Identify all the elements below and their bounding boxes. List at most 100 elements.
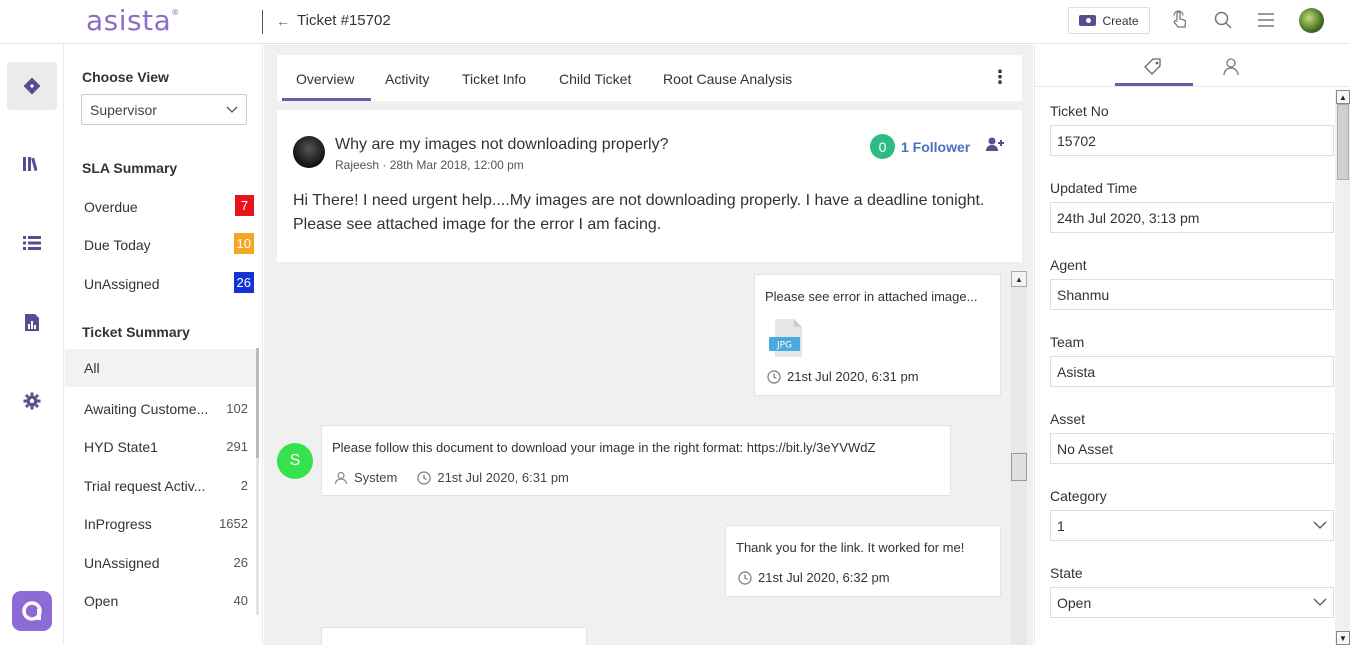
follower-link[interactable]: 1 Follower — [901, 139, 970, 155]
message-time-text: 21st Jul 2020, 6:32 pm — [758, 570, 890, 585]
message-text: Thank you for the link. It worked for me… — [736, 540, 965, 555]
scroll-down-arrow-icon[interactable]: ▼ — [1336, 631, 1350, 645]
ticket-summary-scrollbar[interactable] — [256, 348, 259, 615]
ticket-icon[interactable] — [7, 62, 57, 110]
post-date: 28th Mar 2018, 12:00 pm — [389, 158, 524, 172]
brand-name: asista — [86, 4, 172, 37]
filter-panel: Choose View Supervisor SLA Summary Overd… — [65, 45, 263, 645]
message-bubble: Please see error in attached image... JP… — [754, 274, 1001, 396]
page-title: Ticket #15702 — [297, 12, 391, 29]
create-button[interactable]: Create — [1068, 7, 1150, 34]
message-author: System — [354, 470, 398, 485]
user-avatar[interactable] — [1299, 8, 1324, 33]
field-label-agent: Agent — [1050, 257, 1087, 273]
brand-registered-mark: ® — [171, 8, 180, 17]
add-follower-icon[interactable] — [986, 137, 1005, 156]
sla-item-label: Due Today — [84, 237, 151, 253]
user-icon — [334, 471, 348, 484]
sla-item-due-today[interactable]: Due Today 10 — [84, 233, 254, 254]
ticket-summary-item-all[interactable]: All — [65, 349, 256, 387]
message-time: 21st Jul 2020, 6:31 pm — [767, 369, 919, 384]
message-bubble: Please follow this document to download … — [321, 425, 951, 496]
brand-logo[interactable]: asista® — [86, 4, 180, 37]
sla-item-overdue[interactable]: Overdue 7 — [84, 195, 254, 216]
active-tab-indicator — [282, 98, 371, 101]
ticket-description: Hi There! I need urgent help....My image… — [293, 192, 985, 233]
ticket-summary-title: Ticket Summary — [82, 324, 190, 340]
chevron-down-icon — [226, 102, 238, 118]
ticket-properties-panel: Ticket No 15702 Updated Time 24th Jul 20… — [1034, 45, 1350, 645]
category-select-value: 1 — [1057, 518, 1065, 534]
scrollbar-thumb[interactable] — [1337, 104, 1349, 180]
tab-activity[interactable]: Activity — [385, 71, 429, 87]
attachment-type: JPG — [776, 341, 792, 351]
top-bar: asista® ← Ticket #15702 Create — [0, 0, 1350, 44]
ticket-create-icon — [1079, 15, 1097, 26]
tab-bar: Overview Activity Ticket Info Child Tick… — [277, 55, 1022, 101]
divider — [262, 10, 263, 34]
message-time-text: 21st Jul 2020, 6:31 pm — [437, 470, 569, 485]
message-bubble: Thank you for the link. It worked for me… — [725, 525, 1001, 597]
category-select[interactable]: 1 — [1050, 510, 1334, 541]
search-icon[interactable] — [1213, 10, 1233, 30]
list-icon[interactable] — [7, 219, 57, 267]
list-item-count: 102 — [226, 401, 248, 416]
tab-child-ticket[interactable]: Child Ticket — [559, 71, 631, 87]
jpg-file-icon[interactable]: JPG — [769, 318, 805, 363]
sla-item-unassigned[interactable]: UnAssigned 26 — [84, 272, 254, 293]
follower-count-badge: 0 — [870, 134, 895, 159]
active-tab-indicator — [1115, 83, 1193, 86]
choose-view-title: Choose View — [82, 69, 169, 85]
conversation-thread: Please see error in attached image... JP… — [264, 271, 1011, 645]
create-button-label: Create — [1102, 13, 1139, 28]
list-item-label: Awaiting Custome... — [84, 401, 209, 417]
thread-scrollbar[interactable]: ▲ — [1011, 271, 1027, 645]
tab-root-cause-analysis[interactable]: Root Cause Analysis — [663, 71, 792, 87]
ticket-summary-item[interactable]: Trial request Activ... 2 — [65, 467, 256, 505]
state-select-value: Open — [1057, 595, 1092, 611]
list-item-label: Trial request Activ... — [84, 478, 206, 494]
view-select-value: Supervisor — [90, 102, 157, 118]
scroll-up-arrow-icon[interactable]: ▲ — [1011, 271, 1027, 287]
scrollbar-thumb[interactable] — [1011, 453, 1027, 481]
ticket-summary-item[interactable]: UnAssigned 26 — [65, 544, 256, 582]
library-icon[interactable] — [7, 140, 57, 188]
settings-icon[interactable] — [7, 377, 57, 425]
ticket-no-field[interactable]: 15702 — [1050, 125, 1334, 156]
report-icon[interactable] — [7, 298, 57, 346]
scrollbar-thumb[interactable] — [256, 348, 259, 458]
properties-tab-bar — [1035, 45, 1350, 87]
team-field[interactable]: Asista — [1050, 356, 1334, 387]
asset-field[interactable]: No Asset — [1050, 433, 1334, 464]
asista-app-icon[interactable] — [12, 591, 52, 631]
tag-icon[interactable] — [1143, 57, 1163, 77]
list-item-label: UnAssigned — [84, 555, 160, 571]
touch-icon[interactable] — [1170, 10, 1190, 30]
post-meta: Rajeesh · 28th Mar 2018, 12:00 pm — [335, 158, 524, 172]
list-item-label: All — [84, 360, 100, 376]
list-item-label: InProgress — [84, 516, 152, 532]
tab-ticket-info[interactable]: Ticket Info — [462, 71, 526, 87]
count-badge: 26 — [233, 272, 254, 293]
ticket-summary-item[interactable]: HYD State1 291 — [65, 428, 256, 466]
properties-scrollbar[interactable]: ▲ ▼ — [1335, 90, 1350, 645]
scroll-up-arrow-icon[interactable]: ▲ — [1336, 90, 1350, 104]
updated-time-field[interactable]: 24th Jul 2020, 3:13 pm — [1050, 202, 1334, 233]
state-select[interactable]: Open — [1050, 587, 1334, 618]
ticket-summary-item[interactable]: Awaiting Custome... 102 — [65, 390, 256, 428]
list-item-count: 40 — [233, 593, 248, 608]
clock-icon — [767, 369, 781, 384]
agent-field[interactable]: Shanmu — [1050, 279, 1334, 310]
user-icon[interactable] — [1221, 57, 1241, 77]
view-select[interactable]: Supervisor — [81, 94, 247, 125]
more-options-icon[interactable]: ⋮ — [991, 68, 1009, 86]
ticket-summary-item[interactable]: Open 40 — [65, 582, 256, 620]
menu-icon[interactable] — [1256, 10, 1276, 30]
arrow-left-icon[interactable]: ← — [276, 13, 290, 29]
list-item-label: HYD State1 — [84, 439, 158, 455]
ticket-post: Why are my images not downloading proper… — [277, 110, 1022, 262]
list-item-label: Open — [84, 593, 119, 609]
tab-overview[interactable]: Overview — [296, 71, 354, 87]
main-content: Overview Activity Ticket Info Child Tick… — [264, 45, 1033, 645]
ticket-summary-item[interactable]: InProgress 1652 — [65, 505, 256, 543]
